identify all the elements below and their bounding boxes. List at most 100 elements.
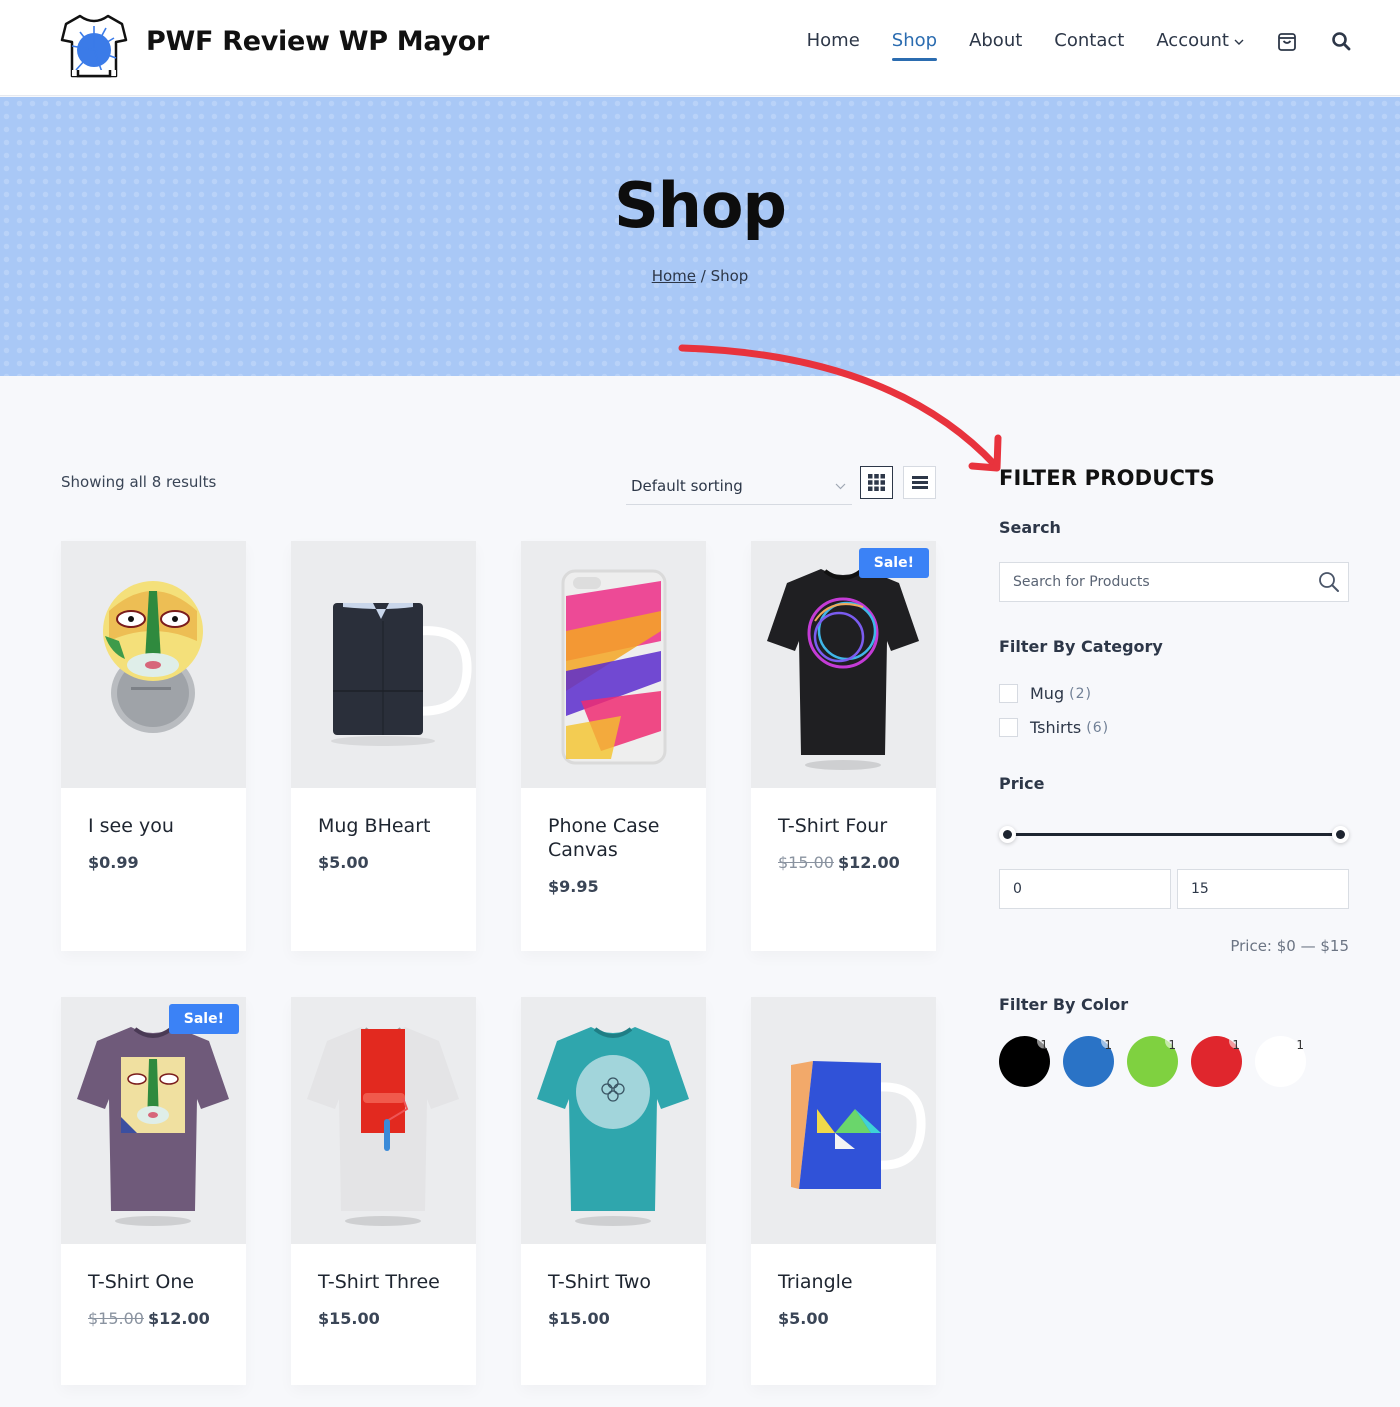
category-label: Filter By Category — [999, 637, 1163, 656]
price-slider-max-handle[interactable] — [1332, 826, 1349, 843]
mug-image — [331, 603, 472, 746]
product-card[interactable]: T-Shirt Three $15.00 — [291, 997, 476, 1385]
product-card[interactable]: T-Shirt Two $15.00 — [521, 997, 706, 1385]
product-old-price: $15.00 — [88, 1309, 144, 1328]
category-name: Mug — [1030, 684, 1065, 703]
result-count: Showing all 8 results — [61, 473, 217, 491]
product-name[interactable]: T-Shirt One — [88, 1270, 219, 1294]
product-image[interactable] — [521, 541, 706, 788]
product-image[interactable] — [61, 541, 246, 788]
product-price: $15.00 — [548, 1309, 610, 1328]
product-name[interactable]: T-Shirt Two — [548, 1270, 679, 1294]
nav-shop[interactable]: Shop — [891, 30, 938, 61]
list-icon — [911, 476, 928, 489]
product-name[interactable]: I see you — [88, 814, 219, 838]
price-slider-min-handle[interactable] — [999, 826, 1016, 843]
page-hero: Shop Home / Shop — [0, 97, 1400, 376]
product-card[interactable]: I see you $0.99 — [61, 541, 246, 951]
color-count: 1 — [1168, 1038, 1176, 1052]
product-image[interactable] — [291, 997, 476, 1244]
chevron-down-icon — [1234, 39, 1244, 45]
color-swatch-blue[interactable]: 1 — [1063, 1036, 1114, 1087]
color-swatches: 1 1 1 1 1 — [999, 1036, 1319, 1087]
product-search-box — [999, 562, 1349, 602]
color-label: Filter By Color — [999, 995, 1129, 1014]
color-count: 1 — [1040, 1038, 1048, 1052]
color-count: 1 — [1296, 1038, 1304, 1052]
product-card[interactable]: Sale! T-Shirt Four $15.00 $12.00 — [751, 541, 936, 951]
sort-selected-value: Default sorting — [631, 477, 743, 495]
nav-account-label: Account — [1156, 30, 1229, 51]
color-swatch-red[interactable]: 1 — [1191, 1036, 1242, 1087]
product-sale-price: $12.00 — [837, 853, 900, 872]
main-nav: Home Shop About Contact Account — [775, 30, 1352, 61]
breadcrumb: Home / Shop — [0, 267, 1400, 285]
max-price-input[interactable]: 15 — [1177, 869, 1349, 909]
product-name[interactable]: Mug BHeart — [318, 814, 449, 838]
breadcrumb-current: Shop — [710, 267, 749, 285]
site-logo[interactable] — [58, 10, 130, 82]
nav-contact[interactable]: Contact — [1054, 30, 1124, 57]
button-pin-image — [103, 581, 203, 733]
tshirt-teal-image — [537, 1027, 689, 1226]
category-count: (2) — [1069, 685, 1092, 702]
product-price: $5.00 — [318, 853, 369, 872]
product-image[interactable] — [751, 997, 936, 1244]
category-filter-tshirts[interactable]: Tshirts (6) — [999, 718, 1109, 737]
min-price-input[interactable]: 0 — [999, 869, 1171, 909]
price-slider[interactable] — [999, 826, 1349, 843]
color-swatch-white[interactable]: 1 — [1255, 1036, 1306, 1087]
category-filter-mug[interactable]: Mug (2) — [999, 684, 1092, 703]
product-card[interactable]: Mug BHeart $5.00 — [291, 541, 476, 951]
tshirt-purple-image — [77, 1027, 229, 1226]
product-sale-price: $12.00 — [147, 1309, 210, 1328]
list-view-button[interactable] — [903, 466, 936, 499]
grid-view-button[interactable] — [860, 466, 893, 499]
chevron-down-icon — [835, 483, 846, 490]
product-name[interactable]: T-Shirt Four — [778, 814, 909, 838]
search-icon[interactable] — [1330, 30, 1352, 52]
site-title[interactable]: PWF Review WP Mayor — [146, 26, 489, 57]
site-header: PWF Review WP Mayor Home Shop About Cont… — [0, 0, 1400, 96]
tshirt-black-image — [767, 569, 919, 770]
filter-sidebar: FILTER PRODUCTS Search Filter By Categor… — [999, 466, 1349, 1087]
product-image[interactable]: Sale! — [751, 541, 936, 788]
product-name[interactable]: T-Shirt Three — [318, 1270, 449, 1294]
product-image[interactable] — [291, 541, 476, 788]
price-label: Price — [999, 774, 1045, 793]
nav-account[interactable]: Account — [1156, 30, 1244, 57]
breadcrumb-separator: / — [695, 267, 711, 285]
color-swatch-green[interactable]: 1 — [1127, 1036, 1178, 1087]
price-range-text: Price: $0 — $15 — [1230, 937, 1349, 955]
color-count: 1 — [1104, 1038, 1112, 1052]
sale-badge: Sale! — [168, 1004, 239, 1034]
product-name[interactable]: Triangle — [778, 1270, 909, 1294]
price-slider-track — [1008, 833, 1340, 836]
nav-about[interactable]: About — [969, 30, 1022, 57]
cart-icon[interactable] — [1276, 30, 1298, 52]
nav-home[interactable]: Home — [807, 30, 860, 57]
filter-title: FILTER PRODUCTS — [999, 466, 1215, 490]
checkbox[interactable] — [999, 718, 1018, 737]
product-price: $5.00 — [778, 1309, 829, 1328]
search-icon[interactable] — [1318, 571, 1340, 597]
product-search-input[interactable] — [1013, 574, 1303, 590]
tshirt-white-image — [307, 1027, 459, 1226]
category-count: (6) — [1086, 719, 1110, 736]
product-image[interactable]: Sale! — [61, 997, 246, 1244]
product-card[interactable]: Triangle $5.00 — [751, 997, 936, 1385]
sort-select[interactable]: Default sorting — [626, 468, 852, 505]
product-image[interactable] — [521, 997, 706, 1244]
color-swatch-black[interactable]: 1 — [999, 1036, 1050, 1087]
product-name[interactable]: Phone Case Canvas — [548, 814, 679, 862]
product-price: $0.99 — [88, 853, 139, 872]
product-card[interactable]: Sale! T-Shirt One $15.00 $12.00 — [61, 997, 246, 1385]
checkbox[interactable] — [999, 684, 1018, 703]
product-card[interactable]: Phone Case Canvas $9.95 — [521, 541, 706, 951]
breadcrumb-home[interactable]: Home — [652, 267, 696, 285]
product-old-price: $15.00 — [778, 853, 834, 872]
category-name: Tshirts — [1030, 718, 1082, 737]
product-price: $15.00 $12.00 — [88, 1309, 219, 1328]
page-title: Shop — [614, 169, 787, 242]
sale-badge: Sale! — [858, 548, 929, 578]
